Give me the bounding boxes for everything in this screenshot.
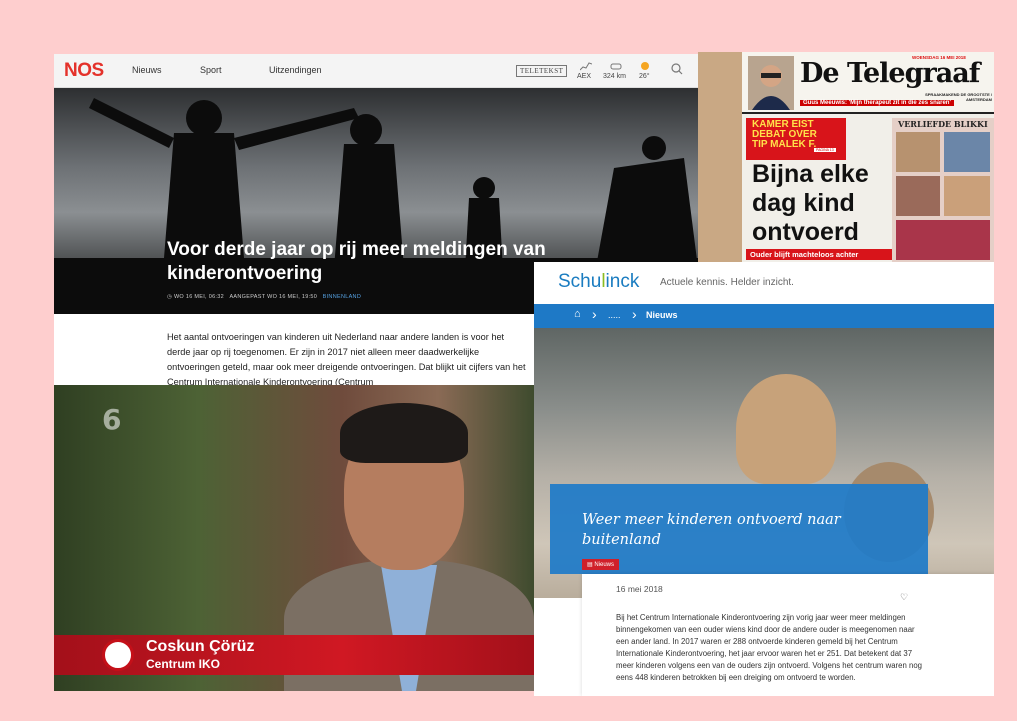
rtl-news-logo [102,639,134,671]
schulinck-header: Schulinck Actuele kennis. Helder inzicht… [534,262,994,304]
side-headline: VERLIEFDE BLIKKI [898,119,988,129]
schulinck-logo[interactable]: Schulinck [558,271,639,293]
breadcrumb-separator-icon: › [632,306,637,322]
girl-figure [736,374,836,484]
article-date: 16 mei 2018 [616,584,663,594]
logo-part: Schu [558,271,602,292]
article-title: Weer meer kinderen ontvoerd naar buitenl… [582,512,841,548]
channel-six-logo: 6 [102,403,122,436]
article-body: Bij het Centrum Internationale Kinderont… [616,613,923,682]
news-badge-label: Nieuws [594,562,615,568]
rtl-tv-still: 6 Coskun Çörüz Centrum IKO [54,385,534,691]
interviewee-name: Coskun Çörüz [146,638,255,655]
interviewee-role: Centrum IKO [146,657,221,671]
telegraaf-newspaper-photo: De Telegraaf WOENSDAG 16 MEI 2018 SPRAAK… [698,52,994,264]
teletekst-button[interactable]: TELETEKST [516,65,568,77]
aex-chart-icon [580,62,592,71]
kicker-text: KAMER EIST DEBAT OVER TIP MALEK F. [752,119,817,150]
category-link[interactable]: BINNENLAND [323,294,361,300]
home-icon[interactable]: ⌂ [574,308,581,320]
traffic-label[interactable]: 324 km [603,73,626,80]
article-body: Het aantal ontvoeringen van kinderen uit… [167,332,526,386]
nav-nieuws[interactable]: Nieuws [132,65,162,75]
breadcrumb-separator-icon: › [592,306,597,322]
aex-label[interactable]: AEX [577,73,591,80]
telegraaf-masthead: De Telegraaf [800,58,980,89]
car-icon [610,63,622,70]
article-headline[interactable]: Voor derde jaar op rij meer meldingen va… [167,238,587,286]
nos-navbar: NOS Nieuws Sport Uitzendingen TELETEKST … [54,54,698,88]
nav-uitzendingen[interactable]: Uitzendingen [269,65,322,75]
breadcrumb-current[interactable]: Nieuws [646,310,678,320]
clock-icon: ◷ [167,294,174,300]
weather-label[interactable]: 26° [639,73,650,80]
front-page-subline: Ouder blijft machteloos achter [746,249,892,260]
schulinck-tagline: Actuele kennis. Helder inzicht. [660,277,794,288]
article-meta: ◷ WO 16 MEI, 06:32 AANGEPAST WO 16 MEI, … [167,294,361,300]
header-caption: Guus Meeuwis: 'Mijn therapeut zit in die… [800,100,954,106]
newspaper-date: WOENSDAG 16 MEI 2018 [912,55,966,60]
nav-sport[interactable]: Sport [200,65,222,75]
updated-time: AANGEPAST WO 16 MEI, 19:50 [229,294,318,300]
news-badge[interactable]: ▤ Nieuws [582,559,620,570]
logo-part: inck [605,271,640,292]
breadcrumb-ellipsis[interactable]: ..... [608,310,621,320]
publish-time: WO 16 MEI, 06:32 [173,294,224,300]
search-icon[interactable] [671,63,683,75]
front-page-headline: Bijna elke dag kind ontvoerd [752,160,869,246]
kicker-page-ref: PAGINA 13 [814,148,836,152]
collage-background: NOS Nieuws Sport Uitzendingen TELETEKST … [0,0,1017,721]
breadcrumb: ⌂ › ..... › Nieuws [534,304,994,328]
sun-icon [641,62,649,70]
nos-logo[interactable]: NOS [64,60,104,82]
interviewee-hair [340,403,468,463]
royal-photo-column [892,118,994,264]
portrait-photo [748,56,794,110]
favorite-heart-icon[interactable]: ♡ [900,592,908,603]
newspaper-front-page: De Telegraaf WOENSDAG 16 MEI 2018 SPRAAK… [742,52,994,264]
schulinck-article-screenshot: Schulinck Actuele kennis. Helder inzicht… [534,262,994,696]
